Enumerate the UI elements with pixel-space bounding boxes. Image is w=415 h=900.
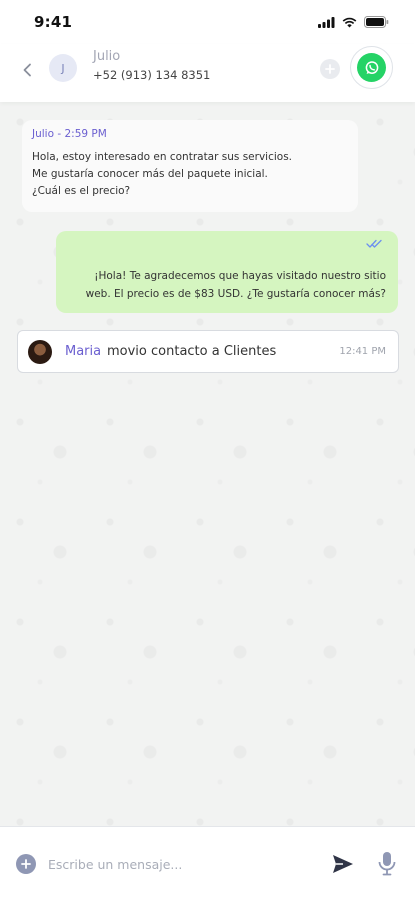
message-sender-time: Julio - 2:59 PM	[32, 128, 107, 140]
whatsapp-button[interactable]	[350, 46, 393, 89]
composer	[0, 826, 415, 900]
double-check-icon	[366, 239, 382, 248]
event-time: 12:41 PM	[339, 346, 386, 357]
chat-header: J Julio +52 (913) 134 8351	[0, 44, 415, 102]
send-icon	[333, 855, 353, 873]
back-icon	[23, 63, 31, 77]
status-icons	[318, 16, 389, 28]
whatsapp-icon	[357, 53, 386, 82]
message-line: Hola, estoy interesado en contratar sus …	[32, 151, 293, 163]
plus-icon	[325, 64, 335, 74]
back-button[interactable]	[18, 61, 36, 79]
signal-icon	[318, 16, 335, 28]
activity-event: Maria movio contacto a Clientes 12:41 PM	[17, 330, 399, 373]
attach-button[interactable]	[16, 854, 36, 874]
message-line: Me gustaría conocer más del paquete inic…	[32, 168, 268, 180]
chat-area[interactable]: Julio - 2:59 PM Hola, estoy interesado e…	[0, 102, 415, 826]
contact-name: Julio	[93, 49, 121, 64]
status-time: 9:41	[34, 13, 73, 31]
attach-plus-icon	[21, 859, 31, 869]
event-text: movio contacto a Clientes	[107, 344, 277, 359]
event-user[interactable]: Maria	[65, 344, 101, 359]
microphone-button[interactable]	[377, 851, 397, 877]
outgoing-message[interactable]: ¡Hola! Te agradecemos que hayas visitado…	[56, 231, 398, 313]
microphone-icon	[378, 852, 396, 876]
message-input[interactable]	[48, 851, 308, 877]
message-line: web. El precio es de $83 USD. ¿Te gustar…	[85, 288, 386, 300]
send-button[interactable]	[331, 853, 355, 875]
message-line: ¿Cuál es el precio?	[32, 185, 131, 197]
status-bar: 9:41	[0, 0, 415, 44]
add-button[interactable]	[320, 59, 340, 79]
user-avatar	[28, 340, 52, 364]
wifi-icon	[342, 17, 357, 27]
contact-avatar[interactable]: J	[49, 54, 77, 82]
battery-icon	[364, 16, 389, 28]
message-line: ¡Hola! Te agradecemos que hayas visitado…	[94, 270, 386, 282]
contact-phone: +52 (913) 134 8351	[93, 68, 211, 82]
incoming-message[interactable]: Julio - 2:59 PM Hola, estoy interesado e…	[22, 120, 358, 212]
